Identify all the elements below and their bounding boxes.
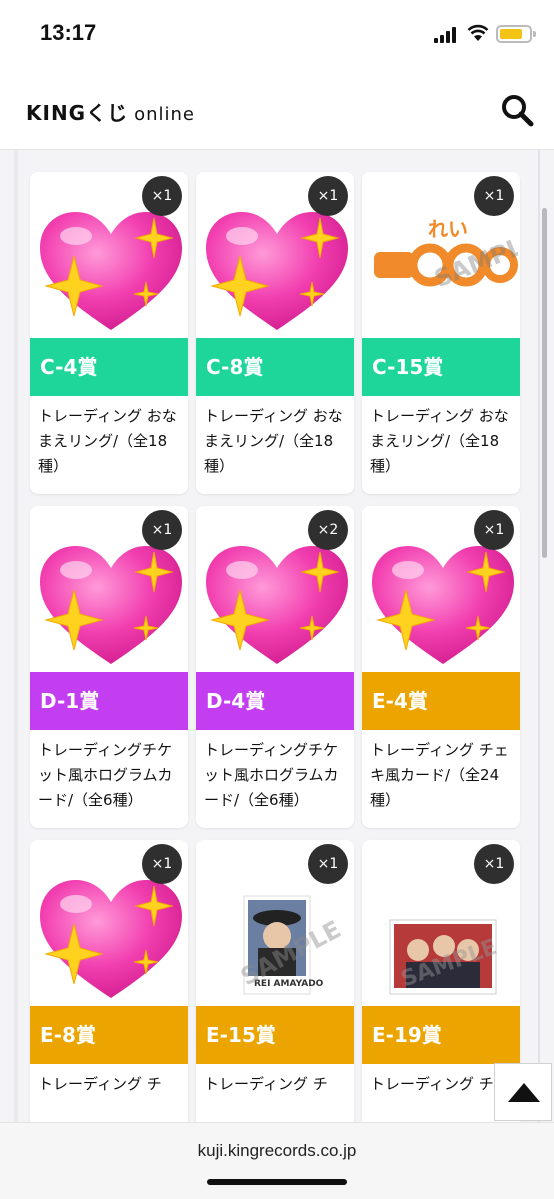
site-logo[interactable]: KINGくじ ONLINE [26, 97, 195, 126]
signal-icon [434, 27, 460, 43]
heart-emoji-icon [40, 212, 182, 330]
heart-emoji-icon [40, 546, 182, 664]
status-bar: 13:17 [0, 0, 554, 64]
wifi-icon [467, 24, 489, 41]
scroll-top-button[interactable] [494, 1063, 552, 1121]
prize-grade-label: C-8賞 [196, 338, 354, 396]
prize-description: トレーディング チ [38, 1075, 162, 1093]
url-text[interactable]: kuji.kingrecords.co.jp [0, 1141, 554, 1161]
quantity-badge: ×1 [308, 176, 348, 216]
prize-grade-label: E-8賞 [30, 1006, 188, 1064]
quantity-badge: ×1 [474, 510, 514, 550]
character-card-image: REI AMAYADO SAMPLE [236, 895, 346, 995]
prize-description: トレーディングチケット風ホログラムカード/（全6種） [204, 741, 339, 809]
logo-main: KINGくじ [26, 101, 129, 125]
svg-text:れい: れい [428, 217, 468, 241]
logo-sub: ONLINE [134, 104, 195, 125]
site-header: KINGくじ ONLINE [0, 64, 554, 150]
prize-grade-label: D-1賞 [30, 672, 188, 730]
prize-card[interactable]: ×2 D-4賞トレーディングチケット風ホログラムカード/（全6種） [196, 506, 354, 828]
quantity-badge: ×1 [474, 176, 514, 216]
prize-description: トレーディング おなまえリング/（全18種） [204, 407, 343, 475]
prize-grade-label: E-19賞 [362, 1006, 520, 1064]
group-card-image: SAMPLE [389, 919, 500, 995]
prize-card[interactable]: ×1 E-8賞トレーディング チ [30, 840, 188, 1122]
heart-emoji-icon [206, 212, 348, 330]
quantity-badge: ×1 [142, 844, 182, 884]
prize-description: トレーディング おなまえリング/（全18種） [370, 407, 509, 475]
home-indicator[interactable] [207, 1179, 347, 1185]
prize-grade-label: C-15賞 [362, 338, 520, 396]
prize-description: トレーディング チェキ風カード/（全24種） [370, 741, 509, 809]
prize-description: トレーディングチケット風ホログラムカード/（全6種） [38, 741, 173, 809]
prize-grade-label: E-15賞 [196, 1006, 354, 1064]
scrollbar[interactable] [542, 208, 547, 558]
quantity-badge: ×1 [308, 844, 348, 884]
prize-grade-label: E-4賞 [362, 672, 520, 730]
heart-emoji-icon [40, 880, 182, 998]
prize-grade-label: C-4賞 [30, 338, 188, 396]
browser-address-bar: kuji.kingrecords.co.jp [0, 1122, 554, 1199]
prize-card[interactable]: ×1 E-4賞トレーディング チェキ風カード/（全24種） [362, 506, 520, 828]
arrow-up-icon [508, 1083, 540, 1102]
heart-emoji-icon [206, 546, 348, 664]
prize-card[interactable]: ×1 C-8賞トレーディング おなまえリング/（全18種） [196, 172, 354, 494]
name-ring-image: れい SAMPLE [374, 217, 518, 293]
quantity-badge: ×2 [308, 510, 348, 550]
battery-icon [496, 25, 536, 43]
prize-card[interactable]: ×1 C-4賞トレーディング おなまえリング/（全18種） [30, 172, 188, 494]
prize-description: トレーディング おなまえリング/（全18種） [38, 407, 177, 475]
quantity-badge: ×1 [142, 510, 182, 550]
search-icon[interactable] [499, 92, 535, 128]
prize-card[interactable]: れい SAMPLE ×1 C-15賞トレーディング おなまえリング/（全18種） [362, 172, 520, 494]
prize-grade-label: D-4賞 [196, 672, 354, 730]
prize-list-area[interactable]: ×1 C-4賞 トレーディング おなまえリング/（全18種） ×1 C-8賞 トレーディ… [0, 150, 554, 1122]
quantity-badge: ×1 [474, 844, 514, 884]
heart-emoji-icon [372, 546, 514, 664]
prize-card[interactable]: ×1 D-1賞トレーディングチケット風ホログラムカード/（全6種） [30, 506, 188, 828]
quantity-badge: ×1 [142, 176, 182, 216]
prize-grid: ×1 C-4賞 トレーディング おなまえリング/（全18種） ×1 C-8賞 トレーディ… [30, 172, 520, 1122]
status-time: 13:17 [40, 20, 97, 45]
prize-card[interactable]: REI AMAYADO SAMPLE ×1 E-15賞トレーディング チ [196, 840, 354, 1122]
prize-description: トレーディング チ [204, 1075, 328, 1093]
